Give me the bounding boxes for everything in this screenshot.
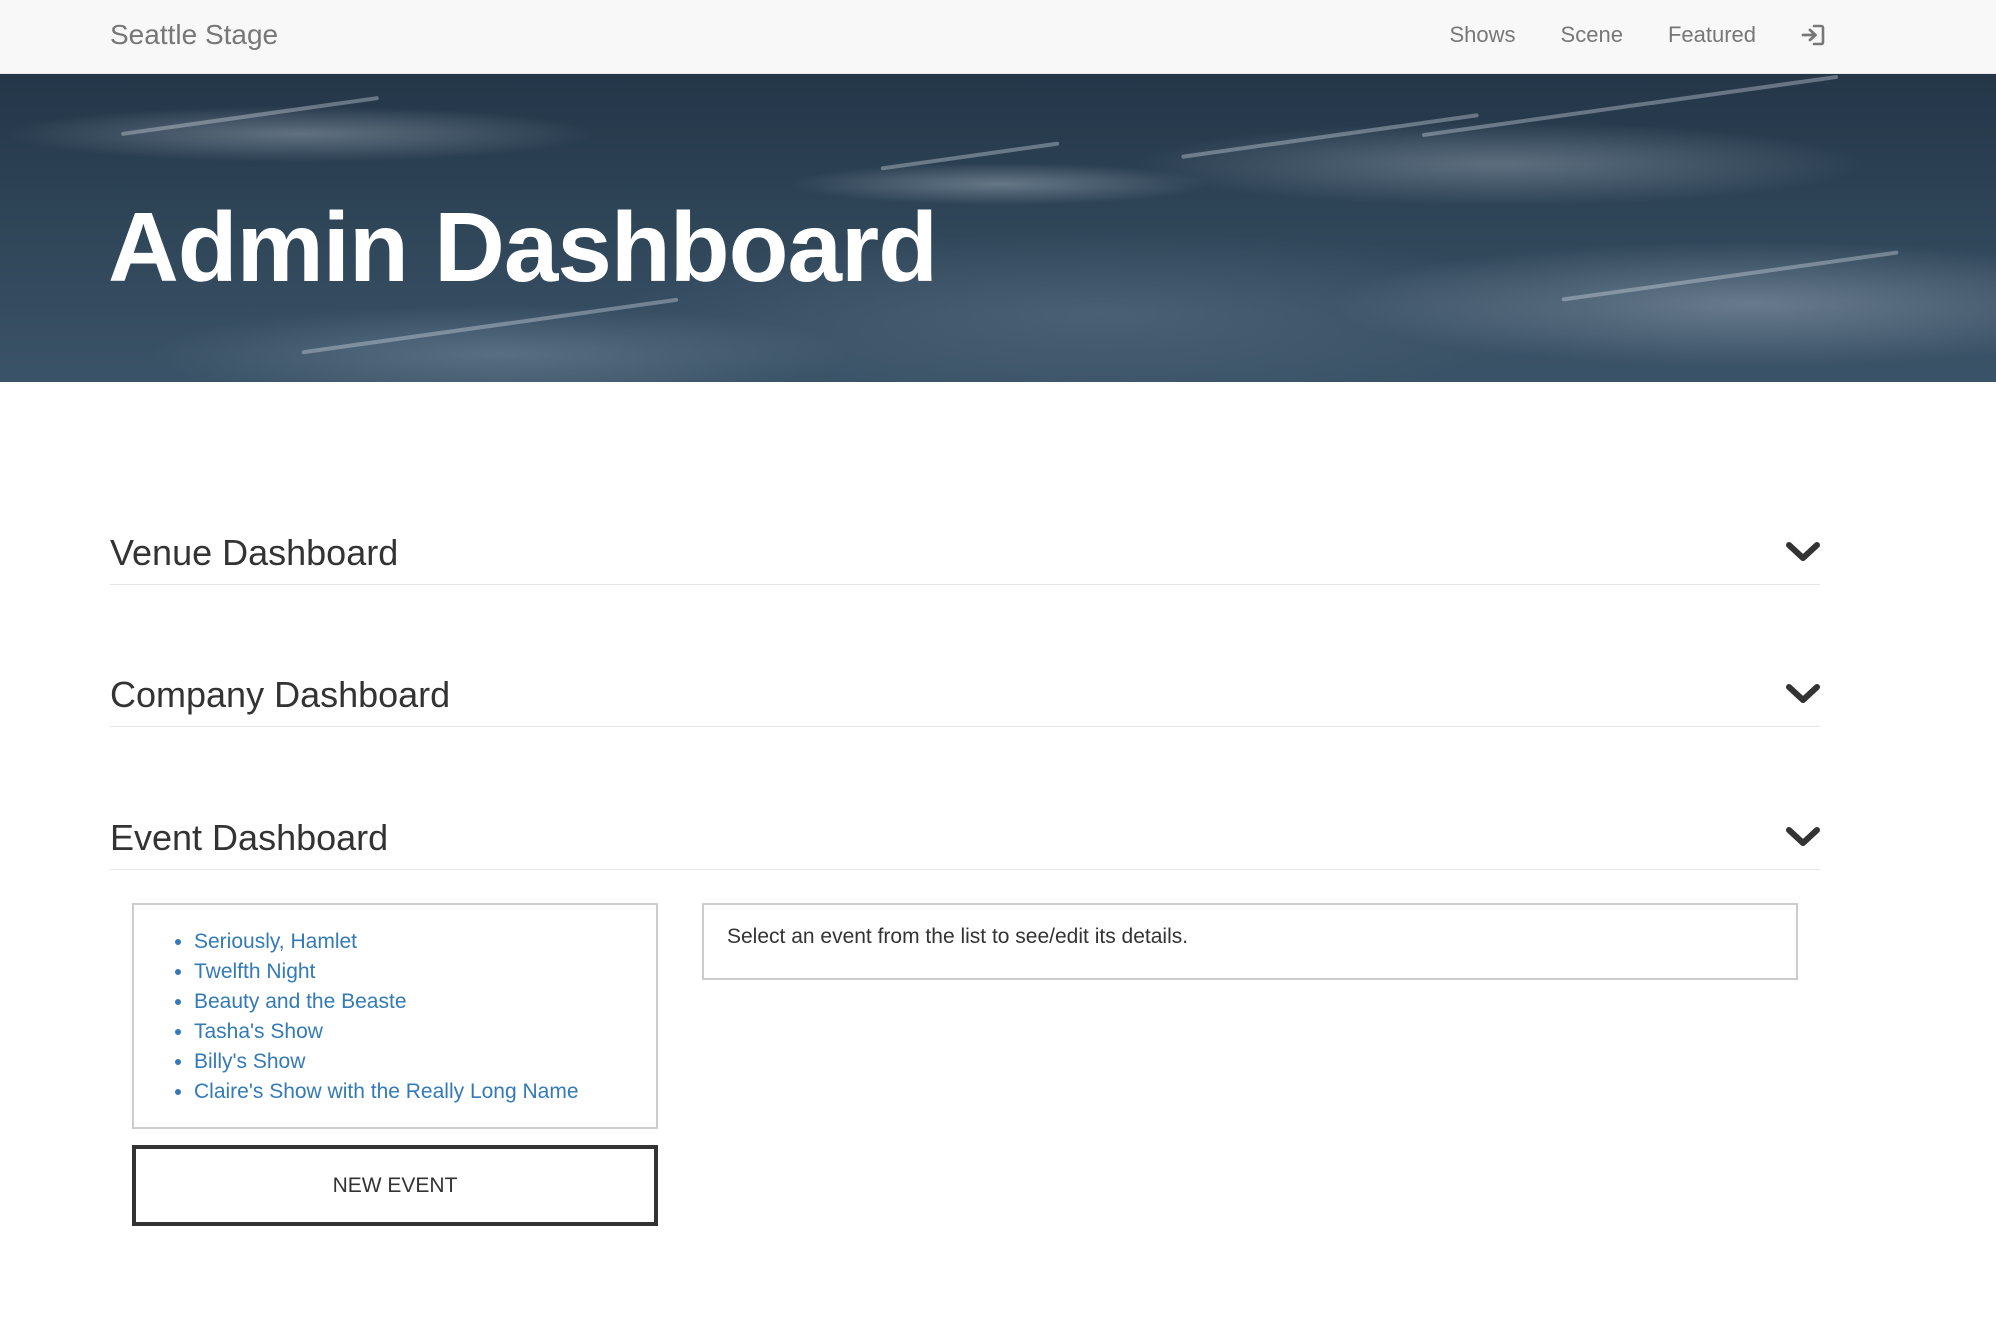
cloud-streak: [880, 141, 1060, 171]
nav-link-scene[interactable]: Scene: [1561, 18, 1623, 52]
list-item: Tasha's Show: [194, 1017, 656, 1047]
event-details-panel: Select an event from the list to see/edi…: [702, 903, 1798, 980]
cloud-streak: [120, 95, 380, 137]
event-link[interactable]: Billy's Show: [194, 1050, 305, 1073]
sign-in-icon[interactable]: [1800, 22, 1826, 48]
hero-banner: Admin Dashboard: [0, 74, 1996, 382]
event-link[interactable]: Twelfth Night: [194, 960, 315, 983]
nav-links: Shows Scene Featured: [1405, 18, 1827, 52]
event-link[interactable]: Tasha's Show: [194, 1020, 323, 1043]
venue-dashboard-header[interactable]: Venue Dashboard: [110, 531, 1820, 585]
list-item: Beauty and the Beaste: [194, 987, 656, 1017]
details-placeholder-text: Select an event from the list to see/edi…: [727, 925, 1189, 948]
list-item: Seriously, Hamlet: [194, 927, 656, 957]
chevron-down-icon[interactable]: [1786, 824, 1820, 850]
nav-link-featured[interactable]: Featured: [1668, 18, 1756, 52]
section-title: Company Dashboard: [110, 674, 451, 715]
new-event-button[interactable]: NEW EVENT: [132, 1145, 658, 1226]
cloud-streak: [301, 297, 679, 355]
chevron-down-icon[interactable]: [1786, 539, 1820, 565]
company-dashboard-header[interactable]: Company Dashboard: [110, 673, 1820, 727]
event-list-panel: Seriously, Hamlet Twelfth Night Beauty a…: [132, 903, 658, 1129]
chevron-down-icon[interactable]: [1786, 681, 1820, 707]
list-item: Twelfth Night: [194, 957, 656, 987]
event-dashboard-header[interactable]: Event Dashboard: [110, 816, 1820, 870]
nav-link-shows[interactable]: Shows: [1450, 18, 1516, 52]
cloud-streak: [1421, 74, 1839, 138]
cloud-streak: [1561, 250, 1899, 302]
section-title: Venue Dashboard: [110, 532, 399, 573]
list-item: Billy's Show: [194, 1047, 656, 1077]
page-title: Admin Dashboard: [108, 192, 938, 302]
list-item: Claire's Show with the Really Long Name: [194, 1077, 656, 1107]
event-link[interactable]: Seriously, Hamlet: [194, 930, 357, 953]
event-list: Seriously, Hamlet Twelfth Night Beauty a…: [194, 927, 656, 1107]
top-navbar: Seattle Stage Shows Scene Featured: [0, 0, 1996, 74]
event-link[interactable]: Beauty and the Beaste: [194, 990, 407, 1013]
cloud-streak: [1181, 113, 1479, 159]
section-title: Event Dashboard: [110, 817, 389, 858]
brand-link[interactable]: Seattle Stage: [110, 18, 278, 52]
event-link[interactable]: Claire's Show with the Really Long Name: [194, 1080, 579, 1103]
